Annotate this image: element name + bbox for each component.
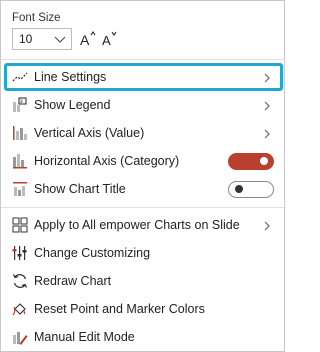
menu-item-vertical-axis[interactable]: Vertical Axis (Value) <box>1 119 286 147</box>
svg-text:A: A <box>102 33 111 48</box>
customize-sliders-icon <box>12 245 28 261</box>
chevron-right-icon <box>262 127 272 139</box>
chart-context-menu: Font Size 10 A A Line Settings Show Lege… <box>0 0 286 352</box>
menu-item-redraw-chart[interactable]: Redraw Chart <box>1 267 286 295</box>
menu-item-reset-colors[interactable]: Reset Point and Marker Colors <box>1 295 286 323</box>
menu-item-show-legend[interactable]: Show Legend <box>1 91 286 119</box>
horizontal-axis-toggle[interactable] <box>228 153 274 170</box>
vertical-axis-icon <box>12 125 28 141</box>
grid-apply-icon <box>12 217 28 233</box>
font-size-label: Font Size <box>12 12 61 24</box>
paint-reset-icon <box>12 301 28 317</box>
chart-title-toggle[interactable] <box>228 181 274 198</box>
separator <box>1 207 286 208</box>
menu-item-label: Apply to All empower Charts on Slide <box>34 218 240 232</box>
separator <box>1 59 286 60</box>
menu-item-label: Horizontal Axis (Category) <box>34 154 180 168</box>
menu-item-label: Reset Point and Marker Colors <box>34 302 205 316</box>
toggle-knob <box>260 157 268 165</box>
refresh-icon <box>12 273 28 289</box>
menu-item-horizontal-axis[interactable]: Horizontal Axis (Category) <box>1 147 286 175</box>
increase-font-icon: A <box>80 31 96 48</box>
chevron-down-icon <box>53 32 67 46</box>
selection-highlight <box>4 63 283 91</box>
chevron-right-icon <box>262 219 272 231</box>
chart-title-icon <box>12 181 28 197</box>
decrease-font-icon: A <box>102 31 117 48</box>
horizontal-axis-icon <box>12 153 28 169</box>
legend-icon <box>12 97 28 113</box>
chevron-right-icon <box>262 99 272 111</box>
menu-item-label: Manual Edit Mode <box>34 330 135 344</box>
menu-item-change-customizing[interactable]: Change Customizing <box>1 239 286 267</box>
menu-item-label: Change Customizing <box>34 246 151 260</box>
font-size-dropdown[interactable]: 10 <box>12 28 72 50</box>
menu-item-manual-edit-mode[interactable]: Manual Edit Mode <box>1 323 286 351</box>
menu-item-show-chart-title[interactable]: Show Chart Title <box>1 175 286 203</box>
edit-chart-icon <box>12 329 28 345</box>
font-size-value: 10 <box>19 32 33 46</box>
toggle-knob <box>235 185 243 193</box>
decrease-font-size-button[interactable]: A <box>99 28 121 50</box>
menu-item-label: Show Legend <box>34 98 111 112</box>
menu-item-apply-all-charts[interactable]: Apply to All empower Charts on Slide <box>1 211 286 239</box>
svg-text:A: A <box>80 32 90 48</box>
menu-item-label: Vertical Axis (Value) <box>34 126 145 140</box>
menu-item-label: Show Chart Title <box>34 182 126 196</box>
menu-item-label: Redraw Chart <box>34 274 112 288</box>
increase-font-size-button[interactable]: A <box>77 28 99 50</box>
